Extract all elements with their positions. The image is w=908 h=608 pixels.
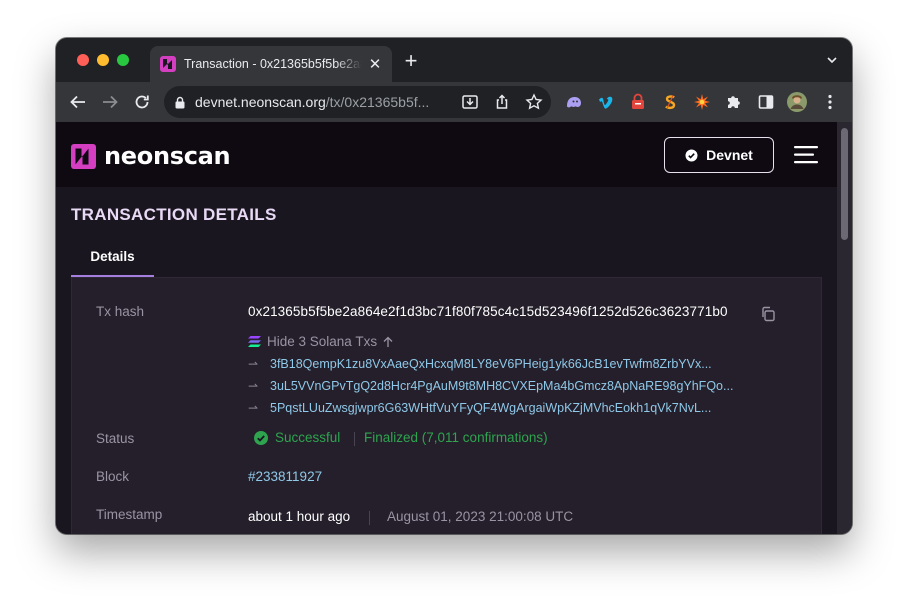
- address-bar[interactable]: devnet.neonscan.org /tx/0x21365b5f...: [164, 86, 551, 118]
- solana-tx-link[interactable]: 3uL5VVnGPvTgQ2d8Hcr4PgAuM9t8MH8CVXEpMa4b…: [270, 379, 733, 393]
- forward-button[interactable]: [100, 92, 120, 112]
- tx-hash-value: 0x21365b5f5be2a864e2f1d3bc71f80f785c4c15…: [248, 304, 728, 319]
- browser-tab-active[interactable]: Transaction - 0x21365b5f5be2a864e2f1d3bc…: [150, 46, 392, 82]
- status-badge: Successful: [254, 430, 340, 445]
- neonscan-logo[interactable]: neonscan: [71, 142, 231, 170]
- reload-icon: [135, 95, 149, 109]
- side-panel-icon: [758, 95, 774, 109]
- solana-txs-toggle[interactable]: Hide 3 Solana Txs: [248, 334, 399, 349]
- detail-tabs: Details: [71, 237, 822, 277]
- new-tab-button[interactable]: +: [401, 50, 421, 72]
- share-icon[interactable]: [493, 93, 511, 111]
- browser-window: Transaction - 0x21365b5f5be2a864e2f1d3bc…: [56, 38, 852, 534]
- solana-tx-link[interactable]: 5PqstLUuZwsgjwpr6G63WHtfVuYFyQF4WgArgaiW…: [270, 401, 711, 415]
- solana-tx-item: ⇀ 3fB18QempK1zu8VxAaeQxHcxqM8LY8eV6PHeig…: [248, 357, 712, 371]
- neonscan-logo-mark-icon: [71, 143, 96, 169]
- extension-burst-button[interactable]: [692, 92, 712, 112]
- bookmark-star-icon[interactable]: [525, 93, 543, 111]
- logo-text: neonscan: [104, 142, 231, 170]
- forward-arrow-icon: [103, 95, 118, 109]
- solana-icon: [248, 336, 261, 347]
- browser-menu-button[interactable]: [820, 92, 840, 112]
- status-divider: [354, 432, 355, 446]
- tab-close-icon[interactable]: ✕: [368, 55, 382, 73]
- minimize-window-button[interactable]: [97, 54, 109, 66]
- maximize-window-button[interactable]: [117, 54, 129, 66]
- timestamp-label: Timestamp: [96, 507, 163, 522]
- status-result: Successful: [275, 430, 341, 445]
- timestamp-divider: [369, 511, 370, 525]
- status-label: Status: [96, 431, 135, 446]
- solana-tx-item: ⇀ 3uL5VVnGPvTgQ2d8Hcr4PgAuM9t8MH8CVXEpMa…: [248, 379, 733, 393]
- scrollbar-thumb[interactable]: [841, 128, 848, 240]
- block-label: Block: [96, 469, 130, 484]
- status-finality: Finalized (7,011 confirmations): [364, 430, 548, 445]
- success-check-icon: [254, 430, 268, 445]
- url-host: devnet.neonscan.org: [195, 94, 326, 110]
- extension-s-logo-button[interactable]: [660, 92, 680, 112]
- page-title: TRANSACTION DETAILS: [71, 205, 277, 224]
- hamburger-menu-icon[interactable]: [794, 146, 818, 164]
- arrow-right-icon: ⇀: [248, 379, 259, 393]
- vimeo-extension-icon: [599, 96, 613, 109]
- address-bar-actions: [461, 93, 543, 111]
- burst-extension-icon: [694, 94, 710, 110]
- url-path: /tx/0x21365b5f...: [325, 94, 430, 110]
- close-window-button[interactable]: [77, 54, 89, 66]
- lock-icon[interactable]: [175, 96, 185, 109]
- extensions-menu-button[interactable]: [724, 92, 744, 112]
- solana-tx-link[interactable]: 3fB18QempK1zu8VxAaeQxHcxqM8LY8eV6PHeig1y…: [270, 357, 712, 371]
- back-button[interactable]: [68, 92, 88, 112]
- page-scrollbar[interactable]: [837, 122, 852, 534]
- red-padlock-extension-icon: [632, 93, 644, 109]
- solana-toggle-label: Hide 3 Solana Txs: [267, 334, 378, 349]
- network-label: Devnet: [706, 147, 753, 163]
- arrow-right-icon: ⇀: [248, 401, 259, 415]
- reload-button[interactable]: [132, 92, 152, 112]
- tx-hash-label: Tx hash: [96, 304, 145, 319]
- tab-strip: Transaction - 0x21365b5f5be2a864e2f1d3bc…: [56, 38, 852, 82]
- back-arrow-icon: [70, 95, 85, 109]
- tab-title: Transaction - 0x21365b5f5be2a864e2f1d3bc…: [184, 57, 362, 71]
- ghost-extension-icon: [567, 97, 581, 108]
- install-app-icon[interactable]: [461, 93, 479, 111]
- timestamp-absolute: August 01, 2023 21:00:08 UTC: [387, 509, 574, 524]
- extension-red-lock-button[interactable]: [628, 92, 648, 112]
- check-badge-icon: [685, 149, 698, 161]
- puzzle-piece-icon: [728, 96, 740, 108]
- transaction-details-panel: Tx hash 0x21365b5f5be2a864e2f1d3bc71f80f…: [71, 277, 822, 534]
- network-select-button[interactable]: Devnet: [664, 137, 774, 173]
- kebab-menu-icon: [828, 94, 832, 110]
- block-number-link[interactable]: #233811927: [248, 469, 322, 484]
- profile-button[interactable]: [787, 92, 807, 112]
- browser-toolbar: devnet.neonscan.org /tx/0x21365b5f...: [56, 82, 852, 122]
- side-panel-button[interactable]: [756, 92, 776, 112]
- site-header: neonscan Devnet: [56, 122, 837, 187]
- solana-tx-item: ⇀ 5PqstLUuZwsgjwpr6G63WHtfVuYFyQF4WgArga…: [248, 401, 711, 415]
- extension-vimeo-button[interactable]: [596, 92, 616, 112]
- orange-s-extension-icon: [665, 95, 676, 110]
- tab-details[interactable]: Details: [71, 237, 154, 277]
- timestamp-relative: about 1 hour ago: [248, 509, 351, 524]
- arrow-up-icon: [383, 336, 393, 347]
- tab-search-chevron-icon[interactable]: [826, 54, 838, 66]
- arrow-right-icon: ⇀: [248, 357, 259, 371]
- extension-ghost-button[interactable]: [564, 92, 584, 112]
- neonscan-favicon-icon: [160, 56, 176, 72]
- page-viewport: neonscan Devnet TRANSACTION DETAILS Deta…: [56, 122, 852, 534]
- copy-icon[interactable]: [760, 306, 776, 322]
- profile-avatar-icon: [787, 92, 807, 112]
